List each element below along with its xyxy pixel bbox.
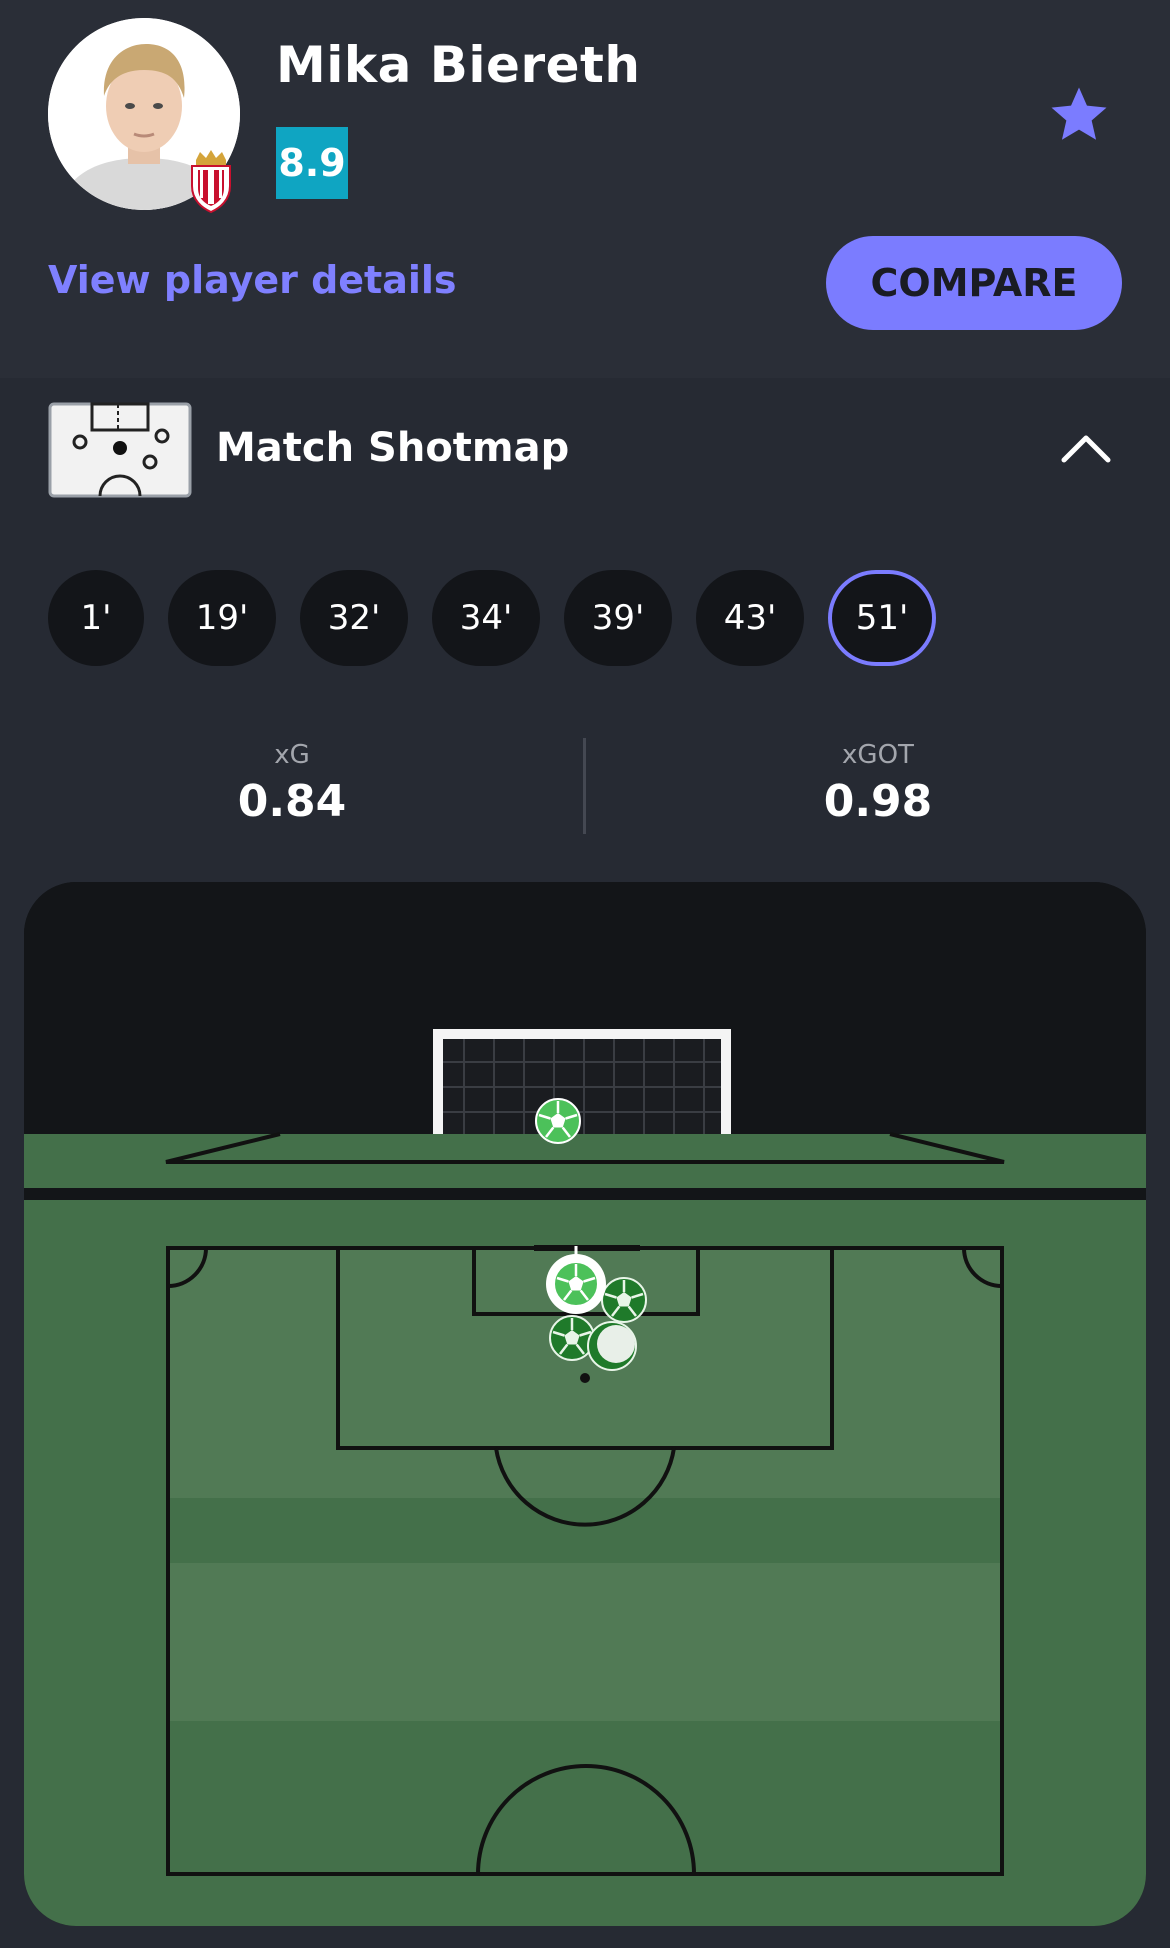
shot-placement-marker — [534, 1097, 582, 1145]
shot-marker-selected — [546, 1254, 606, 1314]
shotmap-icon — [48, 402, 192, 498]
shotmap-pitch — [24, 882, 1146, 1926]
player-header: Mika Biereth 8.9 View player details COM… — [0, 0, 1170, 378]
shot-minute-selector: 1' 19' 32' 34' 39' 43' 51' — [48, 570, 936, 666]
xgot-stat: xGOT 0.98 — [728, 740, 1028, 827]
xg-value: 0.84 — [237, 776, 347, 827]
star-icon[interactable] — [1046, 82, 1112, 148]
shot-marker — [587, 1321, 637, 1371]
minute-chip[interactable]: 43' — [696, 570, 804, 666]
minute-chip[interactable]: 39' — [564, 570, 672, 666]
compare-button[interactable]: COMPARE — [826, 236, 1122, 330]
club-crest-icon — [186, 148, 236, 214]
xg-stat: xG 0.84 — [142, 740, 442, 827]
chevron-up-icon[interactable] — [1060, 428, 1112, 468]
view-player-details-link[interactable]: View player details — [48, 258, 457, 302]
minute-chip[interactable]: 32' — [300, 570, 408, 666]
shot-marker — [600, 1276, 648, 1324]
xgot-label: xGOT — [842, 740, 914, 770]
player-name: Mika Biereth — [276, 36, 641, 94]
rating-badge: 8.9 — [276, 127, 348, 199]
shotmap-title: Match Shotmap — [216, 425, 570, 471]
minute-chip-selected[interactable]: 51' — [828, 570, 936, 666]
minute-chip[interactable]: 19' — [168, 570, 276, 666]
xgot-value: 0.98 — [823, 776, 933, 827]
shot-marker — [548, 1314, 596, 1362]
minute-chip[interactable]: 1' — [48, 570, 144, 666]
xg-label: xG — [274, 740, 310, 770]
minute-chip[interactable]: 34' — [432, 570, 540, 666]
stat-divider — [583, 738, 586, 834]
